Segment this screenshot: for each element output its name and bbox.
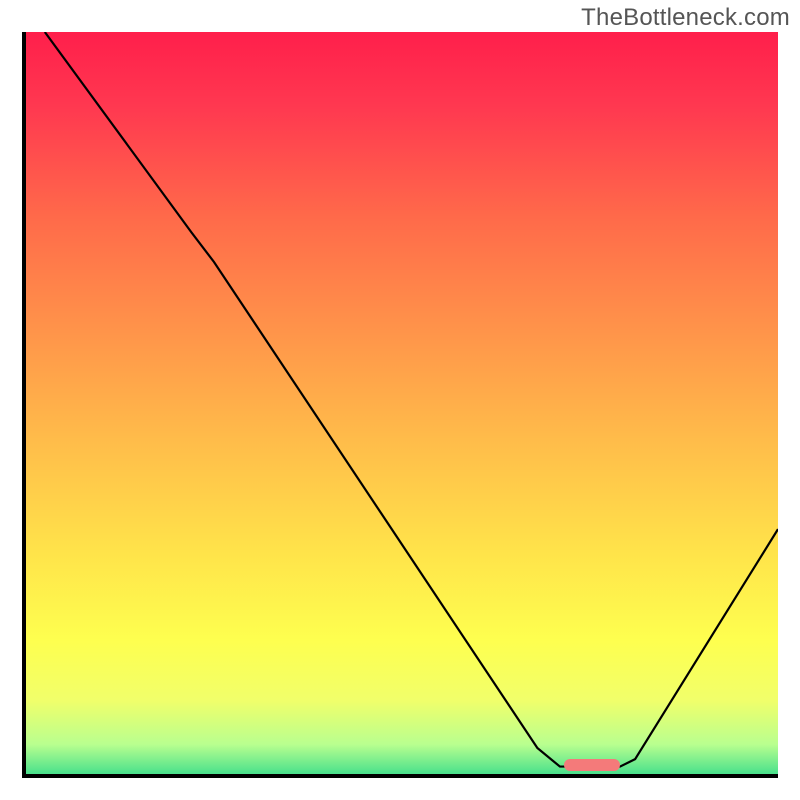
optimal-marker [564,759,620,771]
plot-area [22,32,778,778]
bottleneck-curve [26,32,778,774]
watermark-label: TheBottleneck.com [581,4,790,32]
chart-root: TheBottleneck.com [0,0,800,800]
